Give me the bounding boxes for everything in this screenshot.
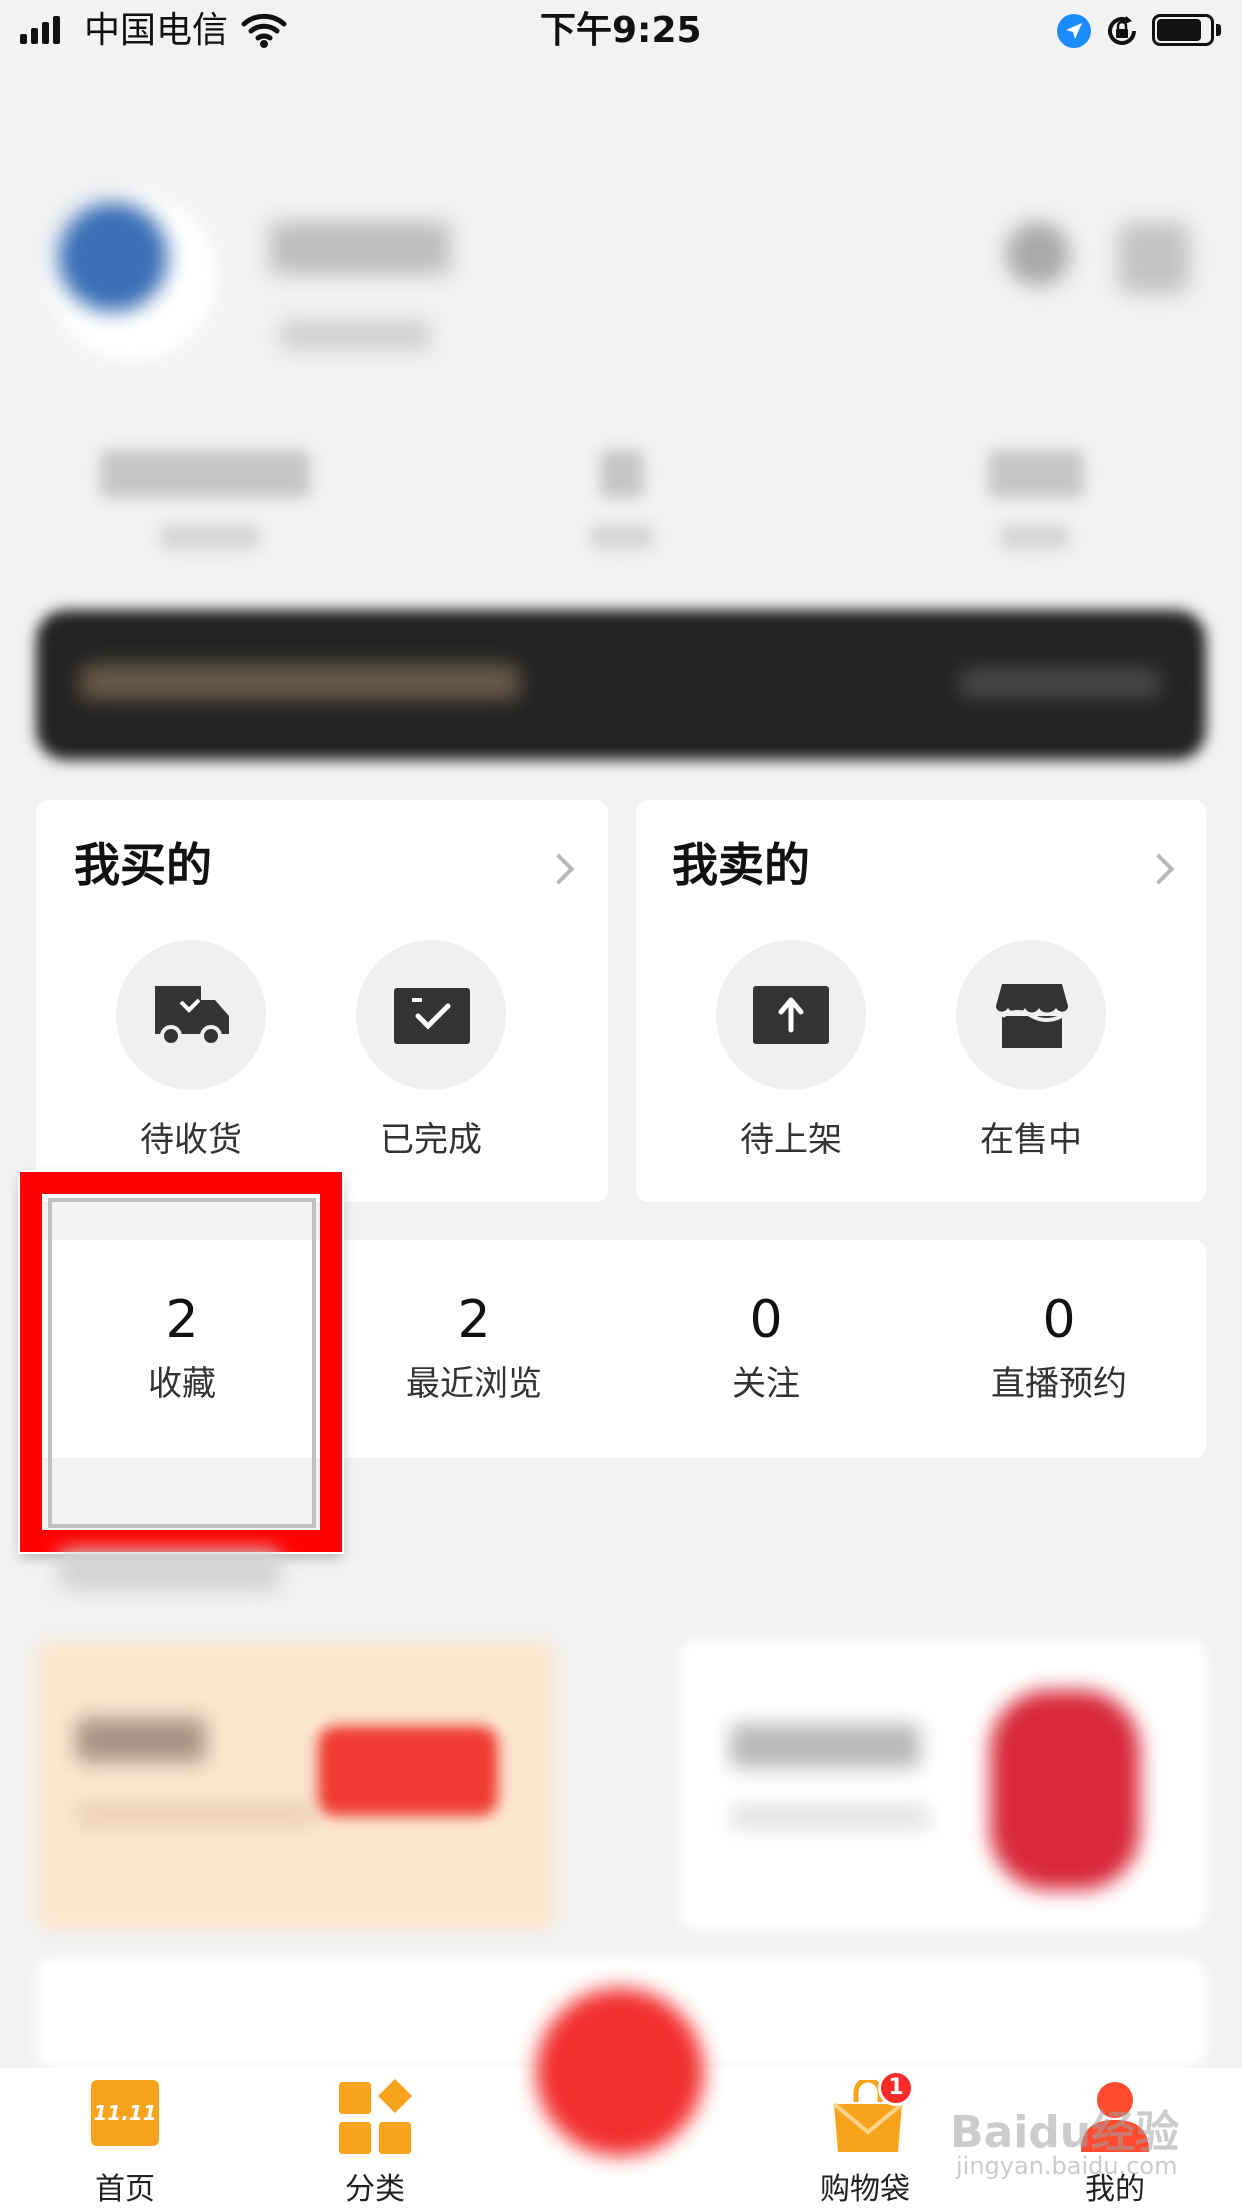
tab-shopping-bag[interactable]: 1 购物袋 (780, 2068, 950, 2208)
tab-home[interactable]: 11.11 首页 (40, 2068, 210, 2208)
header-settings-icon[interactable] (1118, 222, 1190, 294)
promo-card-right-image (990, 1690, 1140, 1890)
promo-card-right-sub (730, 1806, 930, 1828)
completed-label: 已完成 (380, 1120, 482, 1160)
highlight-inner-border (48, 1198, 316, 1528)
live-reservation-stat[interactable]: 0 直播预约 (912, 1240, 1206, 1458)
user-subtitle-placeholder (280, 320, 430, 350)
membership-banner-text (80, 664, 520, 700)
completed-box-icon (392, 986, 472, 1050)
profile-stat-3 (988, 450, 1084, 498)
following-count: 0 (749, 1290, 783, 1350)
on-sale-label: 在售中 (980, 1120, 1082, 1160)
pending-listing-label: 待上架 (740, 1120, 842, 1160)
publish-center-icon (536, 1988, 704, 2156)
profile-stat-3-sub (1000, 524, 1070, 550)
pending-receipt-label: 待收货 (140, 1120, 242, 1160)
buying-title: 我买的 (74, 838, 212, 892)
following-label: 关注 (732, 1364, 800, 1404)
promo-card-left-sub (76, 1804, 316, 1826)
avatar-image (58, 202, 168, 312)
pending-receipt-button[interactable]: 待收货 (96, 940, 286, 1170)
baidu-watermark-url: jingyan.baidu.com (956, 2152, 1178, 2180)
upload-icon (751, 984, 831, 1050)
profile-stat-2 (600, 450, 644, 498)
promo-section-title (60, 1550, 280, 1590)
username-placeholder (270, 222, 450, 274)
tab-home-label: 首页 (95, 2172, 155, 2207)
promo-card-left-title (76, 1718, 206, 1762)
tab-shopping-bag-label: 购物袋 (820, 2172, 910, 2207)
status-bar: 中国电信 下午9:25 (0, 0, 1242, 62)
tab-category-label: 分类 (345, 2172, 405, 2207)
recent-browsing-count: 2 (457, 1290, 491, 1350)
blurred-promo-section (0, 1490, 1242, 2068)
battery-icon (1152, 14, 1224, 48)
category-grid-icon (339, 2079, 412, 2154)
live-reservation-count: 0 (1042, 1290, 1076, 1350)
header-action-icon[interactable] (1006, 222, 1070, 286)
cart-badge: 1 (878, 2070, 914, 2106)
membership-banner-link (960, 668, 1160, 698)
buying-card: 我买的 待收货 已完成 (36, 800, 608, 1202)
recent-browsing-label: 最近浏览 (406, 1364, 542, 1404)
blurred-profile-header (0, 62, 1242, 782)
rotation-lock-icon (1104, 13, 1140, 53)
home-badge-text: 11.11 (93, 2101, 157, 2125)
pending-listing-button[interactable]: 待上架 (696, 940, 886, 1170)
selling-card: 我卖的 待上架 在售中 (636, 800, 1206, 1202)
wifi-icon (240, 10, 288, 54)
following-stat[interactable]: 0 关注 (620, 1240, 912, 1458)
storefront-icon (994, 982, 1070, 1054)
promo-card-right-title (730, 1724, 920, 1768)
profile-stat-2-sub (590, 524, 654, 550)
selling-chevron-icon[interactable] (1143, 853, 1175, 885)
completed-button[interactable]: 已完成 (336, 940, 526, 1170)
profile-stat-1-sub (160, 524, 260, 550)
baidu-watermark: Baidu经验 (950, 2107, 1180, 2158)
live-reservation-label: 直播预约 (991, 1364, 1127, 1404)
tab-publish[interactable] (530, 1988, 710, 2188)
profile-stat-1 (100, 450, 310, 498)
on-sale-button[interactable]: 在售中 (936, 940, 1126, 1170)
clock: 下午9:25 (540, 10, 702, 51)
carrier-name: 中国电信 (84, 10, 229, 51)
promo-card-left-button[interactable] (318, 1726, 498, 1816)
home-1111-icon: 11.11 (91, 2080, 159, 2146)
tab-category[interactable]: 分类 (290, 2068, 460, 2208)
location-icon (1056, 13, 1092, 53)
delivery-truck-icon (151, 982, 231, 1052)
recent-browsing-stat[interactable]: 2 最近浏览 (328, 1240, 620, 1458)
selling-title: 我卖的 (672, 838, 810, 892)
buying-chevron-icon[interactable] (543, 853, 575, 885)
signal-icon (18, 0, 68, 62)
